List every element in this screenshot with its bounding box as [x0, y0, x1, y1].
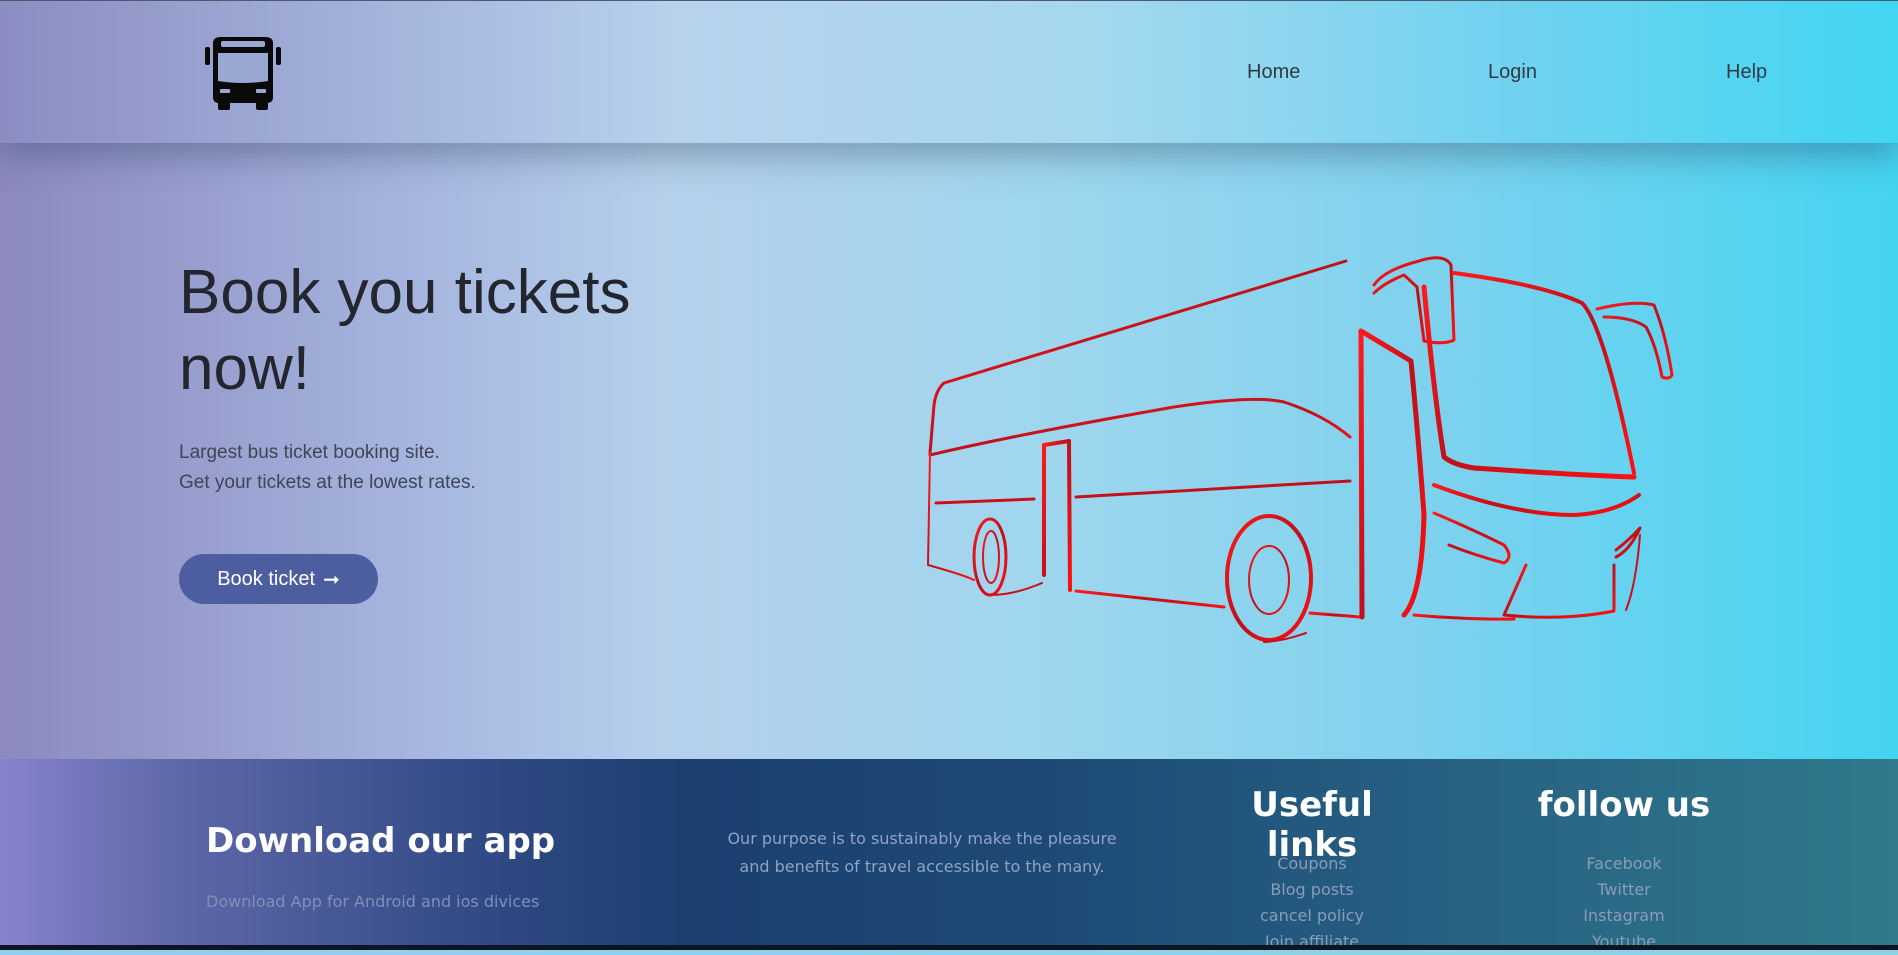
window-bottom-edge [0, 945, 1898, 950]
footer-link-cancel-policy[interactable]: cancel policy [1212, 903, 1412, 929]
hero-subtitle-line-2: Get your tickets at the lowest rates. [179, 472, 476, 493]
follow-us-list: Facebook Twitter Instagram Youtube [1524, 851, 1724, 955]
useful-links-list: Coupons Blog posts cancel policy Join af… [1212, 851, 1412, 955]
footer-link-facebook[interactable]: Facebook [1524, 851, 1724, 877]
footer: Download our app Download App for Androi… [0, 759, 1898, 951]
follow-us-title: follow us [1537, 785, 1711, 825]
footer-link-join-affiliate[interactable]: Join affiliate [1212, 929, 1412, 955]
footer-link-youtube[interactable]: Youtube [1524, 929, 1724, 955]
nav-home-link[interactable]: Home [1247, 61, 1300, 84]
nav-login-link[interactable]: Login [1488, 61, 1537, 84]
download-app-subtitle[interactable]: Download App for Android and ios divices [206, 892, 539, 911]
hero-subtitle: Largest bus ticket booking site. Get you… [179, 438, 476, 498]
download-app-title: Download our app [206, 821, 556, 861]
hero-title: Book you tickets now! [179, 258, 631, 403]
top-navbar: Home Login Help [0, 0, 1898, 143]
footer-link-coupons[interactable]: Coupons [1212, 851, 1412, 877]
book-ticket-label: Book ticket [217, 567, 316, 590]
footer-link-twitter[interactable]: Twitter [1524, 877, 1724, 903]
book-ticket-button[interactable]: Book ticket ➞ [179, 554, 378, 604]
purpose-statement: Our purpose is to sustainably make the p… [727, 829, 1117, 876]
bus-outline-illustration [914, 245, 1684, 645]
nav-help-link[interactable]: Help [1726, 61, 1767, 84]
hero-subtitle-line-1: Largest bus ticket booking site. [179, 442, 440, 463]
footer-link-instagram[interactable]: Instagram [1524, 903, 1724, 929]
bus-icon[interactable] [203, 35, 283, 111]
arrow-right-icon: ➞ [323, 568, 340, 591]
footer-link-blog-posts[interactable]: Blog posts [1212, 877, 1412, 903]
